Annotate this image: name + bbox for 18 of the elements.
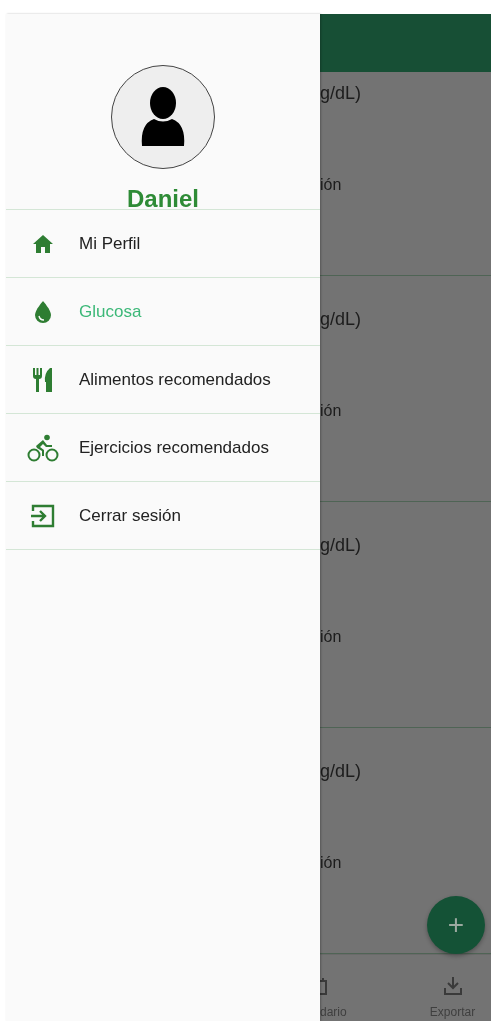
reading-unit: g/dL) (320, 83, 362, 104)
drop-icon (32, 299, 53, 324)
reading-unit: g/dL) (320, 309, 362, 330)
home-icon (31, 233, 54, 254)
fork-knife-icon (30, 366, 55, 393)
reading-label: ión (320, 176, 342, 194)
calendar-icon (320, 978, 328, 996)
add-button[interactable]: + (427, 896, 485, 954)
reading-unit: g/dL) (320, 761, 362, 782)
user-name: Daniel (127, 185, 199, 213)
download-icon (442, 976, 463, 996)
cyclist-icon (26, 433, 59, 462)
reading-label: ión (320, 402, 342, 420)
reading-label: ión (320, 628, 342, 646)
reading-unit: g/dL) (320, 535, 362, 556)
reading-label: ión (320, 854, 342, 872)
person-icon (140, 86, 186, 148)
exit-arrow-icon (29, 502, 56, 529)
